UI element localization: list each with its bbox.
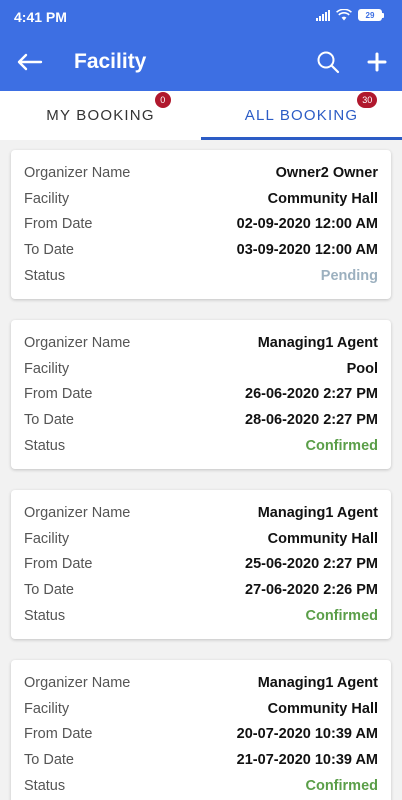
field-label: To Date (24, 242, 74, 258)
booking-row-facility: Facility Community Hall (24, 529, 378, 549)
battery-level: 29 (365, 10, 375, 20)
status-value: Confirmed (305, 438, 379, 454)
booking-card[interactable]: Organizer Name Managing1 Agent Facility Com… (11, 490, 391, 639)
field-label: Organizer Name (24, 505, 131, 521)
signal-icon (316, 9, 330, 21)
status-value: Confirmed (305, 608, 379, 624)
field-label: Organizer Name (24, 335, 131, 351)
booking-row-to: To Date 28-06-2020 2:27 PM (24, 410, 378, 430)
field-label: Status (24, 268, 66, 284)
booking-row-facility: Facility Community Hall (24, 189, 378, 209)
booking-row-status: Status Confirmed (24, 606, 378, 626)
status-bar: 4:41 PM 29 (0, 0, 402, 34)
field-label: From Date (24, 216, 93, 232)
tab-label: MY BOOKING (46, 107, 155, 124)
booking-card[interactable]: Organizer Name Managing1 Agent Facility Poo… (11, 320, 391, 469)
booking-row-from: From Date 25-06-2020 2:27 PM (24, 554, 378, 574)
field-label: From Date (24, 386, 93, 402)
field-value: Managing1 Agent (257, 675, 378, 691)
field-label: Status (24, 438, 66, 454)
status-value: Confirmed (305, 778, 379, 794)
booking-row-from: From Date 20-07-2020 10:39 AM (24, 724, 378, 744)
status-time: 4:41 PM (14, 9, 67, 25)
system-icons: 29 (316, 9, 384, 21)
booking-row-facility: Facility Community Hall (24, 699, 378, 719)
booking-row-organizer: Organizer Name Managing1 Agent (24, 333, 378, 353)
wifi-icon (336, 9, 352, 21)
booking-card[interactable]: Organizer Name Owner2 Owner Facility Commun… (11, 150, 391, 299)
booking-row-to: To Date 27-06-2020 2:26 PM (24, 580, 378, 600)
field-label: Facility (24, 531, 70, 547)
arrow-left-icon[interactable] (14, 47, 44, 77)
booking-row-status: Status Pending (24, 266, 378, 286)
field-label: Status (24, 608, 66, 624)
field-label: Facility (24, 361, 70, 377)
field-label: To Date (24, 752, 74, 768)
field-value: 25-06-2020 2:27 PM (245, 556, 378, 572)
field-label: Facility (24, 701, 70, 717)
field-value: Managing1 Agent (257, 505, 378, 521)
booking-row-status: Status Confirmed (24, 436, 378, 456)
field-value: 27-06-2020 2:26 PM (245, 582, 378, 598)
status-value: Pending (320, 268, 378, 284)
tab-count-badge: 30 (357, 92, 378, 108)
field-label: To Date (24, 582, 74, 598)
field-value: Community Hall (267, 191, 378, 207)
tab-count-badge: 0 (154, 92, 171, 108)
toolbar: Facility (0, 34, 402, 91)
active-tab-indicator (201, 137, 402, 140)
field-value: 26-06-2020 2:27 PM (245, 386, 378, 402)
booking-row-organizer: Organizer Name Owner2 Owner (24, 163, 378, 183)
field-value: 03-09-2020 12:00 AM (236, 242, 378, 258)
field-label: Organizer Name (24, 165, 131, 181)
field-label: To Date (24, 412, 74, 428)
field-label: Organizer Name (24, 675, 131, 691)
field-value: 28-06-2020 2:27 PM (245, 412, 378, 428)
search-icon[interactable] (315, 49, 341, 75)
page-title: Facility (74, 50, 147, 73)
booking-card[interactable]: Organizer Name Managing1 Agent Facility Com… (11, 660, 391, 800)
field-value: Managing1 Agent (257, 335, 378, 351)
field-label: Facility (24, 191, 70, 207)
field-label: From Date (24, 556, 93, 572)
booking-row-to: To Date 03-09-2020 12:00 AM (24, 240, 378, 260)
booking-row-from: From Date 26-06-2020 2:27 PM (24, 384, 378, 404)
field-value: Owner2 Owner (275, 165, 378, 181)
plus-icon[interactable] (364, 49, 390, 75)
booking-row-organizer: Organizer Name Managing1 Agent (24, 673, 378, 693)
field-label: Status (24, 778, 66, 794)
field-label: From Date (24, 726, 93, 742)
field-value: 20-07-2020 10:39 AM (236, 726, 378, 742)
field-value: Community Hall (267, 701, 378, 717)
tab-my-booking[interactable]: MY BOOKING 0 (0, 91, 201, 140)
field-value: 21-07-2020 10:39 AM (236, 752, 378, 768)
booking-row-from: From Date 02-09-2020 12:00 AM (24, 214, 378, 234)
battery-icon: 29 (358, 9, 384, 21)
booking-row-status: Status Confirmed (24, 776, 378, 796)
tab-bar: MY BOOKING 0 ALL BOOKING 30 (0, 91, 402, 140)
app-bar: 4:41 PM 29 Facility (0, 0, 402, 91)
field-value: 02-09-2020 12:00 AM (236, 216, 378, 232)
booking-row-facility: Facility Pool (24, 359, 378, 379)
booking-row-organizer: Organizer Name Managing1 Agent (24, 503, 378, 523)
tab-all-booking[interactable]: ALL BOOKING 30 (201, 91, 402, 140)
booking-row-to: To Date 21-07-2020 10:39 AM (24, 750, 378, 770)
field-value: Community Hall (267, 531, 378, 547)
tab-label: ALL BOOKING (244, 107, 359, 124)
field-value: Pool (346, 361, 378, 377)
